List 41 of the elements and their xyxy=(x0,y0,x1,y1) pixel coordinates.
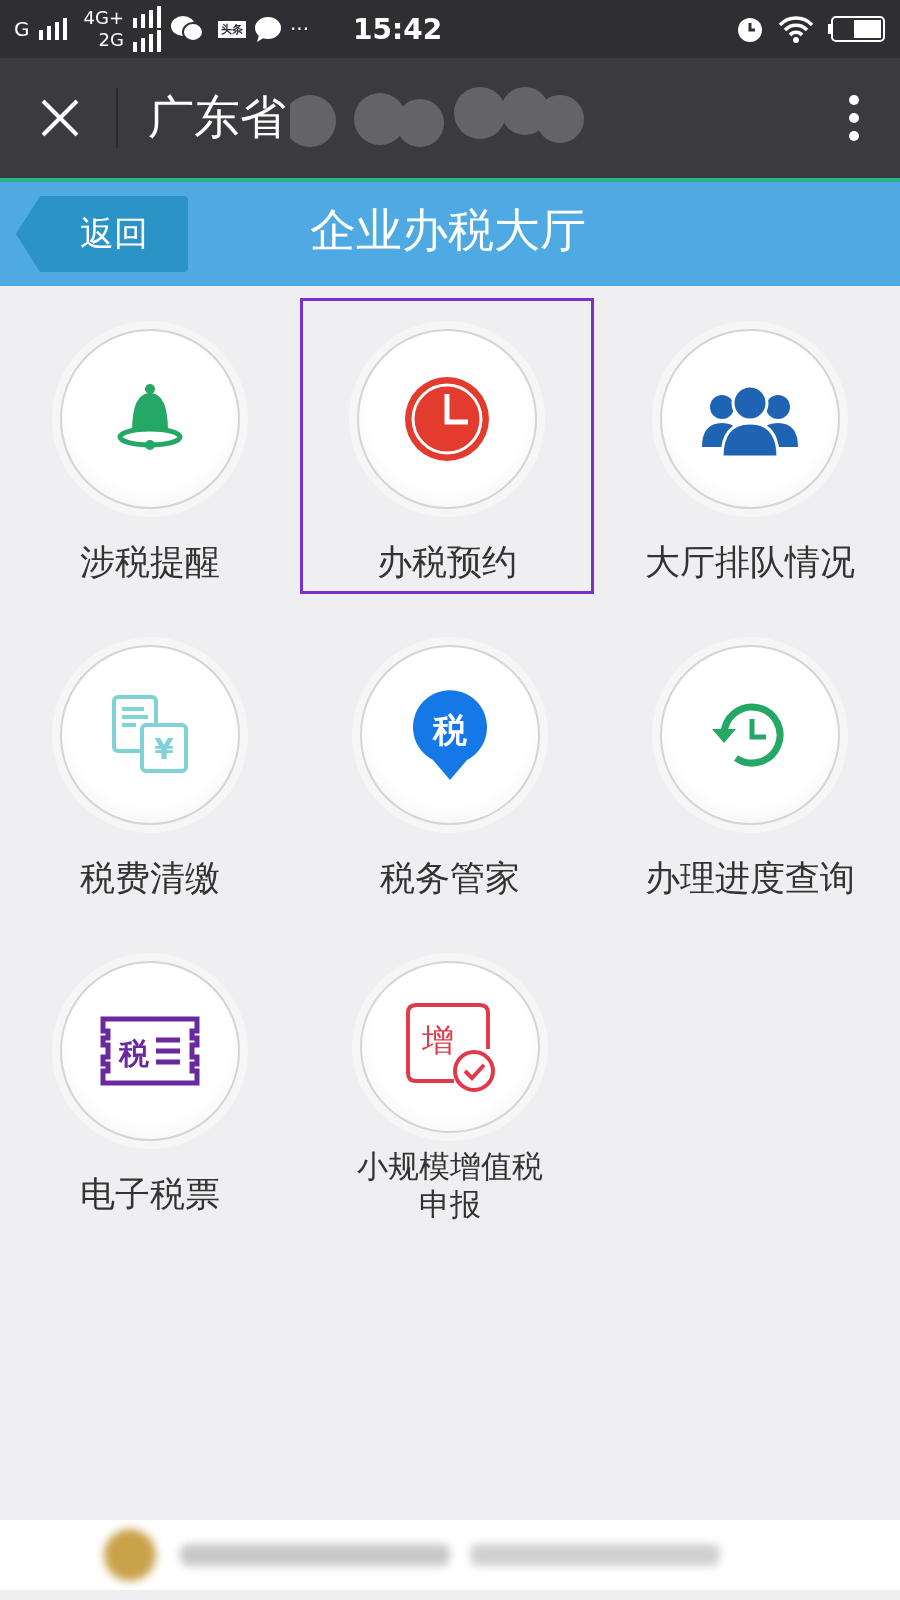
tile-label: 税费清缴 xyxy=(80,859,220,897)
more-notifications: ··· xyxy=(290,17,310,41)
close-icon[interactable] xyxy=(40,98,80,138)
lines-icon xyxy=(153,1037,183,1065)
tile-label: 办理进度查询 xyxy=(645,859,855,897)
page-title: 企业办税大厅 xyxy=(310,202,586,259)
wifi-icon xyxy=(778,15,814,43)
network-label: 4G+ xyxy=(83,7,124,29)
alarm-icon xyxy=(736,15,764,43)
menu-tile[interactable]: 税 税务管家 xyxy=(300,614,600,910)
menu-tile[interactable]: ¥ 税费清缴 xyxy=(0,614,300,910)
icon-glyph: 税 xyxy=(433,710,467,750)
tile-label: 涉税提醒 xyxy=(80,543,220,581)
signal-icon xyxy=(37,18,68,40)
message-icon xyxy=(254,16,282,42)
signal-icon xyxy=(132,6,162,52)
clock-time: 15:42 xyxy=(353,12,443,46)
tile-label: 小规模增值税申报 xyxy=(356,1147,544,1223)
tile-label: 电子税票 xyxy=(80,1175,220,1213)
network-label: 2G xyxy=(97,29,124,51)
menu-icon[interactable] xyxy=(848,94,860,142)
chat-app-icon xyxy=(170,15,204,43)
tile-label: 税务管家 xyxy=(380,859,520,897)
menu-tile[interactable]: 办理进度查询 xyxy=(600,614,900,910)
tile-label: 办税预约 xyxy=(377,543,517,581)
menu-tile[interactable]: 增 小规模增值税申报 xyxy=(300,930,600,1226)
clock-icon xyxy=(404,376,490,462)
menu-tile[interactable]: 大厅排队情况 xyxy=(600,298,900,594)
text-lines-icon xyxy=(120,707,150,727)
network-label: G xyxy=(14,17,30,41)
check-circle-icon xyxy=(453,1050,495,1092)
menu-tile[interactable]: 税 电子税票 xyxy=(0,930,300,1226)
tile-label: 大厅排队情况 xyxy=(645,543,855,581)
battery-icon xyxy=(828,16,886,42)
news-badge: 头条 xyxy=(218,20,246,38)
icon-glyph: ¥ xyxy=(154,733,174,766)
menu-tile[interactable]: 办税预约 xyxy=(300,298,594,594)
icon-glyph: 增 xyxy=(422,1021,454,1059)
window-title: 广东省 xyxy=(148,89,286,146)
icon-glyph: 税 xyxy=(119,1036,149,1071)
menu-tile[interactable]: 涉税提醒 xyxy=(0,298,300,594)
